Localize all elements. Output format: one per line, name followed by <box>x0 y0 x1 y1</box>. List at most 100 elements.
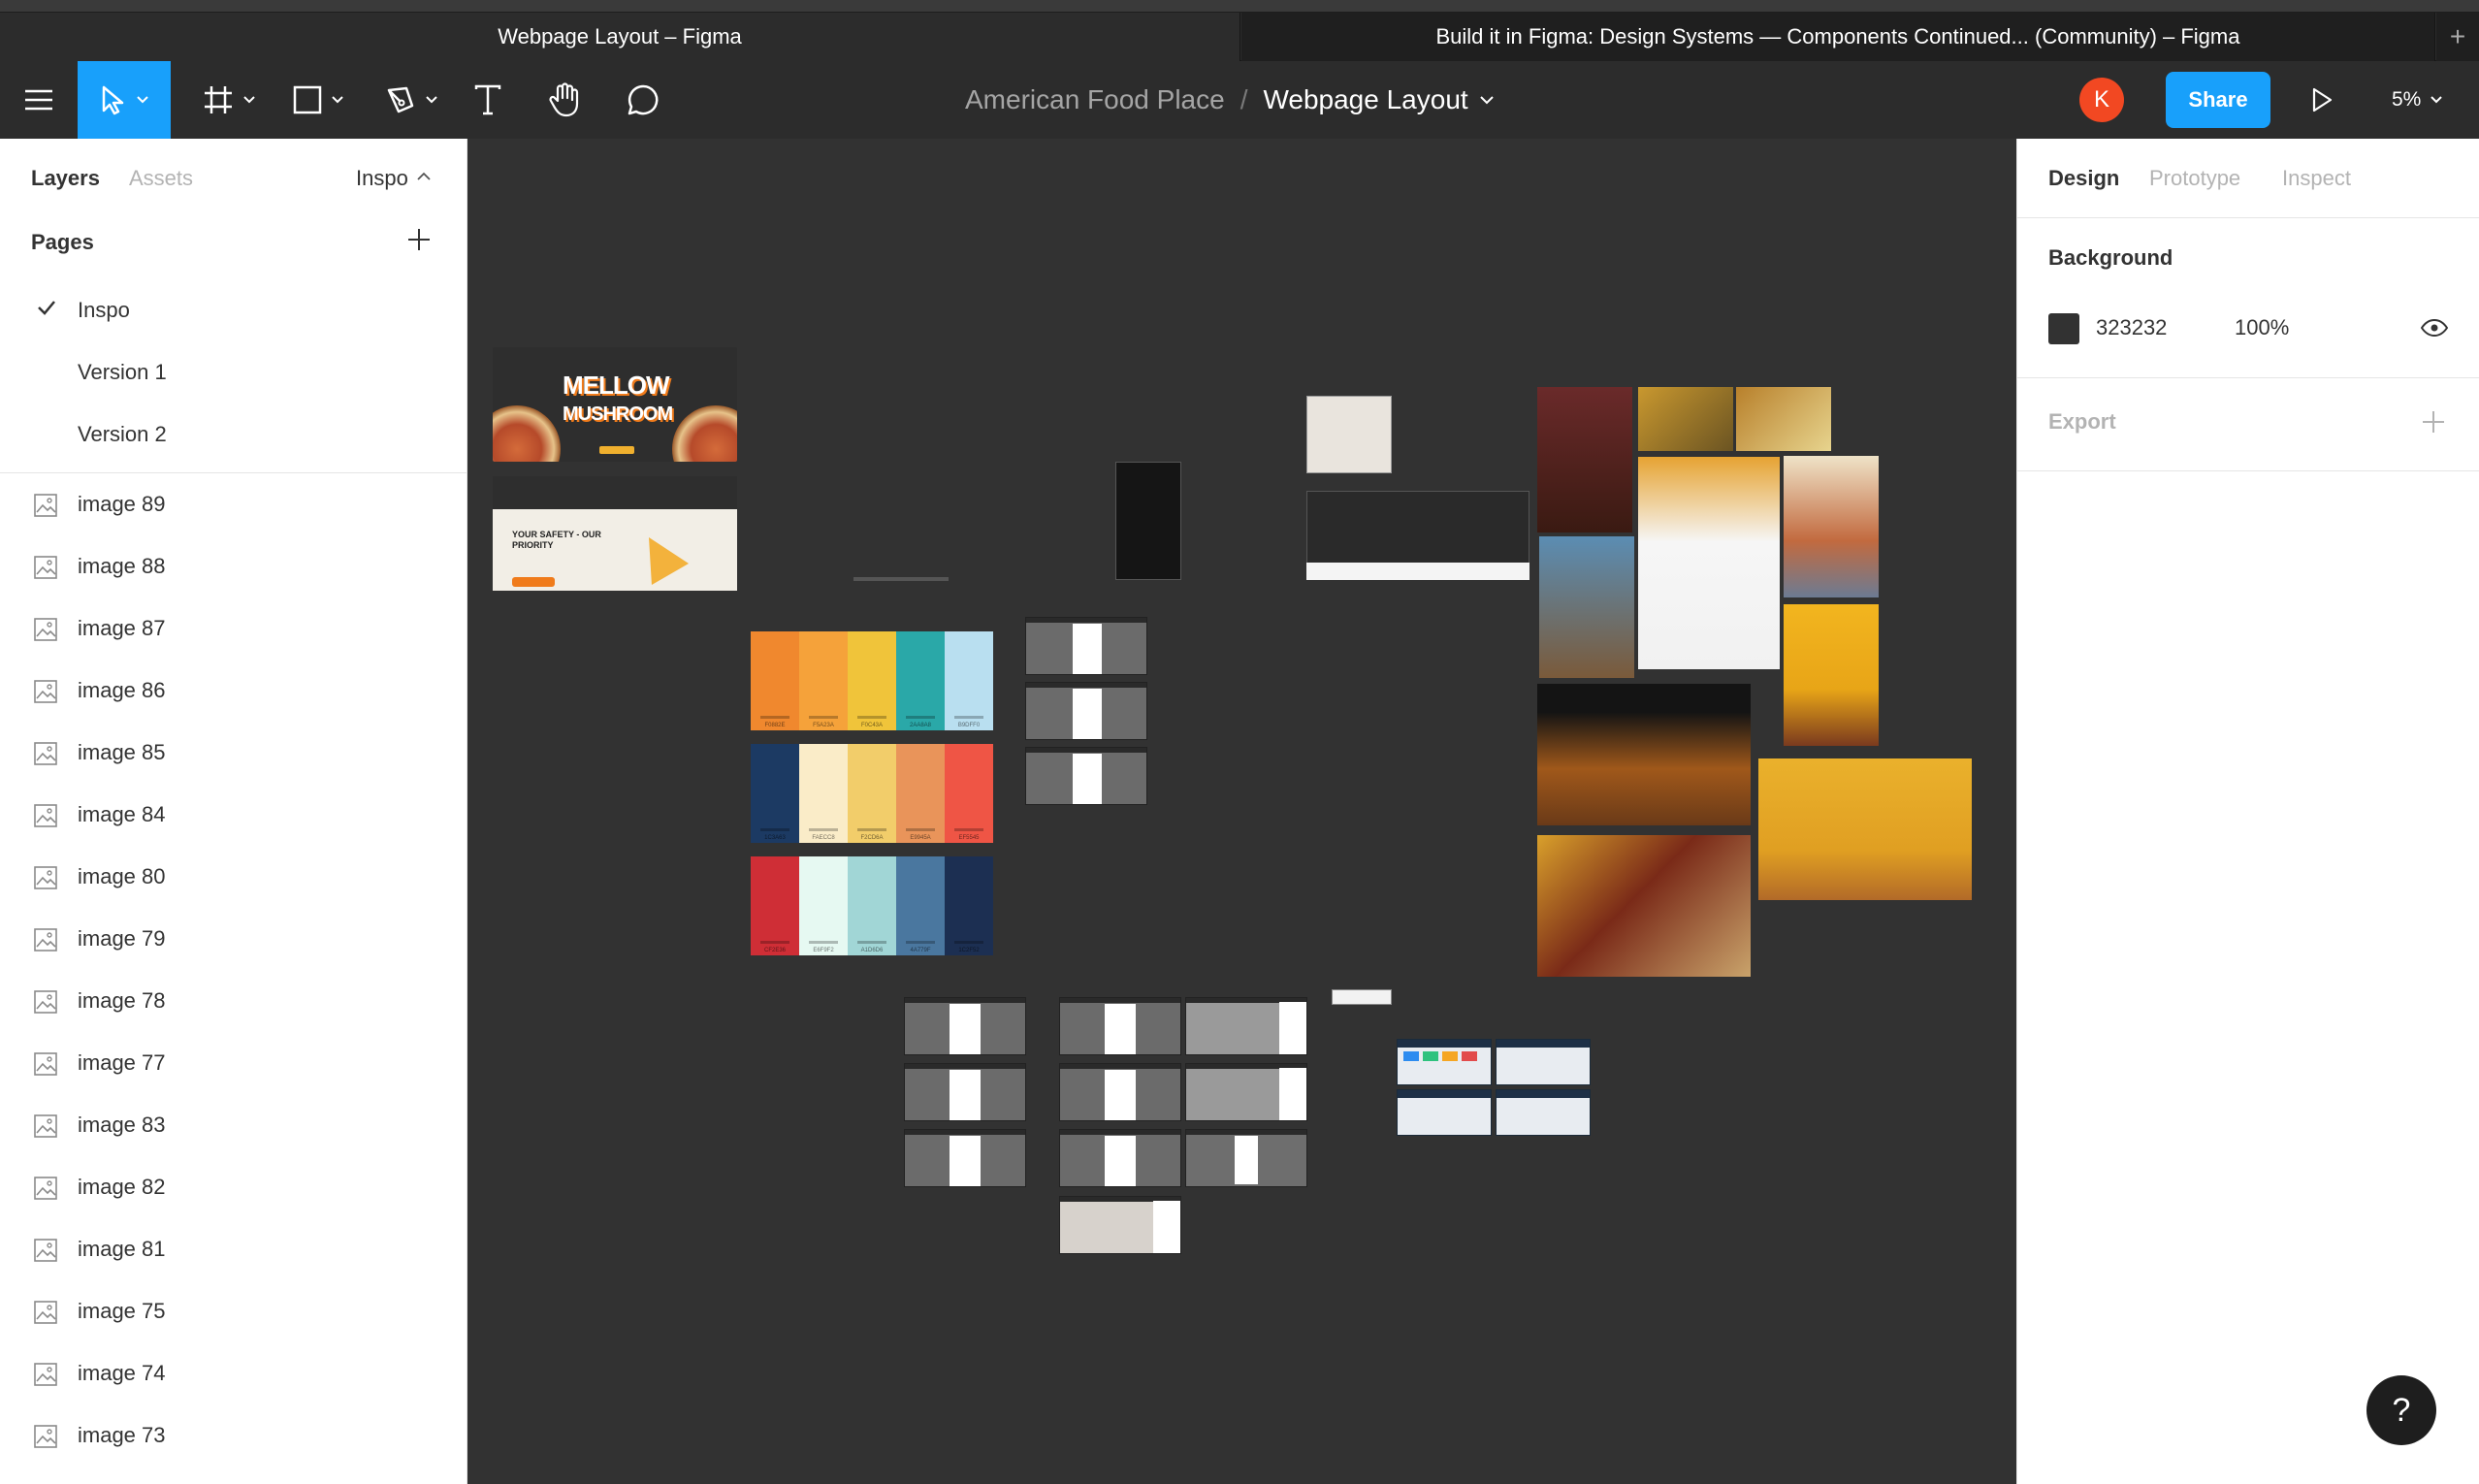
palette-row[interactable]: CF2E36 E6F9F2 A1D6D6 4A779F 1C2F52 <box>751 856 993 955</box>
background-color-swatch[interactable] <box>2048 313 2079 344</box>
user-avatar[interactable]: K <box>2079 78 2124 122</box>
project-name-link[interactable]: American Food Place <box>965 84 1225 115</box>
layer-item[interactable]: image 81 <box>0 1218 467 1280</box>
chevron-up-icon[interactable] <box>417 172 431 180</box>
cursor-arrow-icon <box>102 85 124 115</box>
image-dashboard[interactable] <box>1397 1089 1492 1136</box>
layer-item[interactable]: image 83 <box>0 1094 467 1156</box>
image-dashboard[interactable] <box>1496 1089 1591 1136</box>
current-page-toggle[interactable]: Inspo <box>356 166 408 191</box>
image-mini-screen[interactable] <box>1025 617 1147 675</box>
help-button[interactable]: ? <box>2366 1375 2436 1445</box>
add-export-icon[interactable] <box>2421 409 2446 435</box>
toolbar: American Food Place / Webpage Layout K S… <box>0 61 2479 139</box>
image-burger-photo[interactable] <box>1758 758 1972 900</box>
chevron-down-icon[interactable] <box>1479 95 1494 105</box>
layer-item[interactable]: image 88 <box>0 535 467 597</box>
page-item-version-2[interactable]: Version 2 <box>0 404 467 467</box>
layer-item[interactable]: image 75 <box>0 1280 467 1342</box>
image-mini-screen[interactable] <box>1059 1129 1181 1187</box>
tab-inspect[interactable]: Inspect <box>2282 166 2351 191</box>
image-mini-screen[interactable] <box>904 1063 1026 1121</box>
layer-item[interactable]: image 78 <box>0 970 467 1032</box>
pizza-slice-image <box>629 526 690 586</box>
layer-item[interactable]: image 87 <box>0 597 467 660</box>
image-hotdog-photo[interactable] <box>1638 457 1780 669</box>
image-layer-icon <box>34 928 57 952</box>
tab-assets[interactable]: Assets <box>129 166 193 191</box>
present-button[interactable] <box>2301 61 2343 139</box>
share-button[interactable]: Share <box>2166 72 2270 128</box>
image-mini-screen[interactable] <box>1025 747 1147 805</box>
image-burger-photo[interactable] <box>1537 387 1632 532</box>
hand-tool-button[interactable] <box>533 61 597 139</box>
tab-layers[interactable]: Layers <box>31 166 100 191</box>
layer-item[interactable]: image 79 <box>0 908 467 970</box>
image-restaurant-header[interactable] <box>1306 396 1392 473</box>
layer-item[interactable]: image 74 <box>0 1342 467 1404</box>
image-fries-photo[interactable] <box>1784 456 1879 597</box>
background-opacity-input[interactable]: 100% <box>2235 315 2289 340</box>
image-mini-screen[interactable] <box>904 1129 1026 1187</box>
tab-prototype[interactable]: Prototype <box>2149 166 2240 191</box>
image-burger-fries-photo[interactable] <box>1537 684 1751 825</box>
image-layer-icon <box>34 556 57 579</box>
layer-item[interactable]: image 86 <box>0 660 467 722</box>
image-mini-screen[interactable] <box>1185 1063 1307 1121</box>
palette-row[interactable]: 1C3A63 FAECC8 F2CD6A E9945A EF5545 <box>751 744 993 843</box>
image-mini-screen[interactable] <box>1059 1063 1181 1121</box>
layer-item[interactable]: image 85 <box>0 722 467 784</box>
image-mobile-menu[interactable] <box>1115 462 1181 580</box>
file-name-menu[interactable]: Webpage Layout <box>1263 84 1467 115</box>
shape-tool-button[interactable] <box>279 61 357 139</box>
image-burger-photo[interactable] <box>1539 536 1634 678</box>
zoom-level: 5% <box>2392 88 2422 111</box>
comment-tool-button[interactable] <box>611 61 675 139</box>
image-burger-photo[interactable] <box>1736 387 1831 451</box>
image-dashboard[interactable] <box>1397 1039 1492 1085</box>
image-burger-hand-photo[interactable] <box>1537 835 1751 977</box>
layer-item[interactable]: image 80 <box>0 846 467 908</box>
add-page-icon[interactable] <box>405 226 433 253</box>
layer-item[interactable]: image 89 <box>0 473 467 535</box>
page-item-version-1[interactable]: Version 1 <box>0 342 467 404</box>
text-tool-button[interactable] <box>456 61 520 139</box>
tab-build-it-in-figma[interactable]: Build it in Figma: Design Systems — Comp… <box>1241 13 2435 61</box>
zoom-menu[interactable]: 5% <box>2392 61 2443 139</box>
palette-row[interactable]: F0882E F5A23A F0C43A 2AA8A8 B9DFF0 <box>751 631 993 730</box>
image-layer-icon <box>34 1114 57 1138</box>
palette-swatch: 1C2F52 <box>945 856 993 955</box>
page-item-inspo[interactable]: Inspo <box>0 280 467 342</box>
palette-swatch: FAECC8 <box>799 744 848 843</box>
pen-tool-button[interactable] <box>372 61 450 139</box>
image-mini-screen[interactable] <box>1059 1196 1181 1254</box>
image-fries-photo[interactable] <box>1638 387 1733 451</box>
layer-item[interactable]: image 77 <box>0 1032 467 1094</box>
image-mellow-mushroom-hero[interactable]: MELLOW MUSHROOM <box>493 347 737 462</box>
image-safety-hero[interactable]: YOUR SAFETY - OUR PRIORITY <box>493 476 737 591</box>
layer-item[interactable]: image 84 <box>0 784 467 846</box>
image-mini-screen[interactable] <box>1059 997 1181 1055</box>
layer-label: image 82 <box>78 1175 166 1199</box>
eye-icon[interactable] <box>2421 319 2448 337</box>
image-signup-banner[interactable] <box>1306 491 1529 568</box>
tab-webpage-layout[interactable]: Webpage Layout – Figma <box>0 13 1240 61</box>
image-mini-screen[interactable] <box>1185 1129 1307 1187</box>
layer-item[interactable]: image 73 <box>0 1404 467 1467</box>
main-menu-button[interactable] <box>0 61 78 139</box>
move-tool-button[interactable] <box>78 61 171 139</box>
image-layer-icon <box>34 1363 57 1386</box>
image-mini-screen[interactable] <box>904 997 1026 1055</box>
canvas[interactable]: MELLOW MUSHROOM YOUR SAFETY - OUR PRIORI… <box>467 139 2016 1484</box>
background-hex-input[interactable]: 323232 <box>2096 315 2167 340</box>
image-burger-photo[interactable] <box>1784 604 1879 746</box>
image-small-bar[interactable] <box>1332 989 1392 1005</box>
image-mini-screen[interactable] <box>1185 997 1307 1055</box>
image-footer[interactable] <box>1306 563 1529 580</box>
frame-tool-button[interactable] <box>190 61 268 139</box>
image-mini-screen[interactable] <box>1025 682 1147 740</box>
image-dashboard[interactable] <box>1496 1039 1591 1085</box>
new-tab-button[interactable]: + <box>2436 13 2479 61</box>
layer-item[interactable]: image 82 <box>0 1156 467 1218</box>
tab-design[interactable]: Design <box>2048 166 2119 191</box>
